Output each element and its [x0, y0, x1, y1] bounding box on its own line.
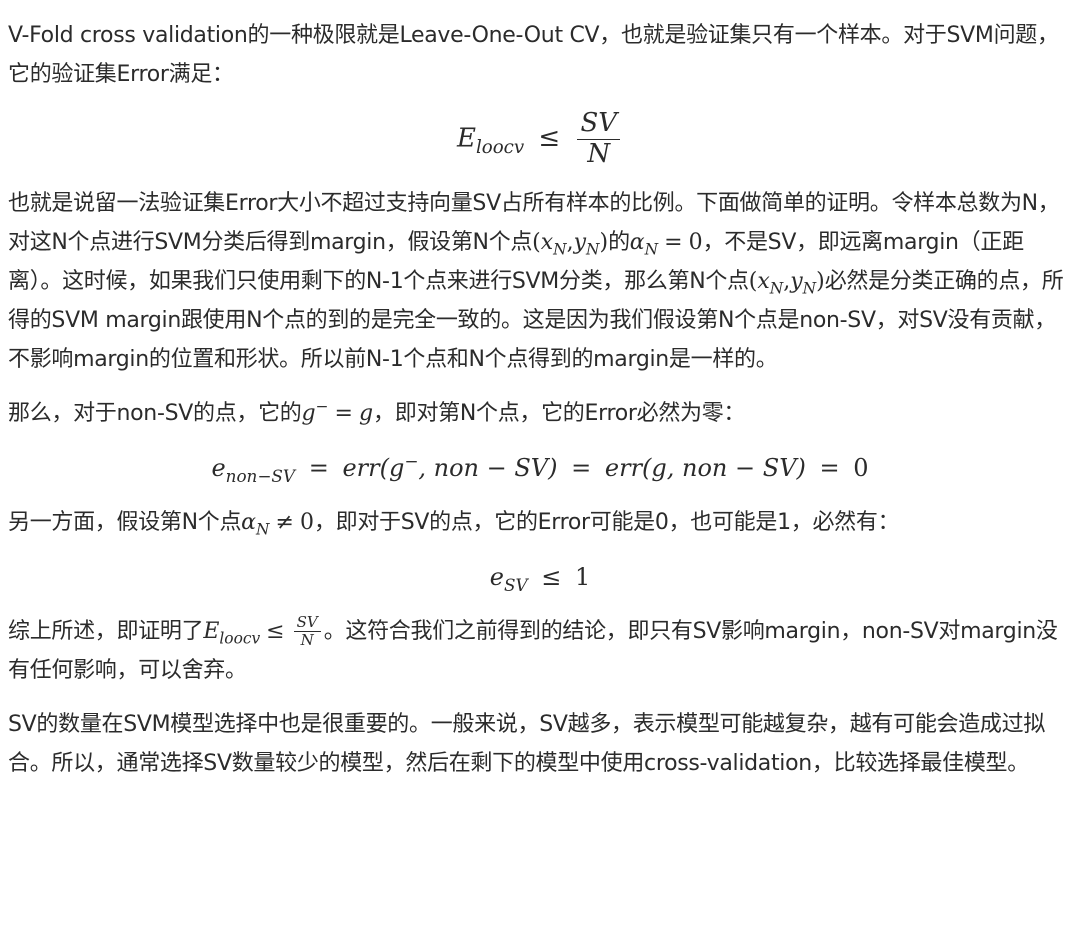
non-sv-text-a: 那么，对于non-SV的点，它的 [8, 400, 302, 426]
math-point-xn-yn: (xN,yN) [532, 229, 609, 259]
model-selection-text: SV的数量在SVM模型选择中也是很重要的。一般来说，SV越多，表示模型可能越复杂… [8, 711, 1046, 776]
paragraph-model-selection: SV的数量在SVM模型选择中也是很重要的。一般来说，SV越多，表示模型可能越复杂… [8, 705, 1070, 783]
sv-text-b: ，即对于SV的点，它的Error可能是0，也可能是1，必然有： [313, 509, 900, 535]
math-g-minus-eq-g: g− = g [301, 397, 374, 426]
formula-loocv-bound: Eloocv ≤ SV N [8, 108, 1070, 170]
paragraph-proof: 也就是说留一法验证集Error大小不超过支持向量SV占所有样本的比例。下面做简单… [8, 184, 1070, 379]
sv-text-a: 另一方面，假设第N个点 [8, 509, 242, 535]
math-loocv-bound-inline: Eloocv ≤ SV N [203, 613, 323, 649]
math-alpha-neq-zero: αN ≠ 0 [241, 509, 314, 539]
intro-text: V-Fold cross validation的一种极限就是Leave-One-… [8, 23, 1059, 87]
proof-text-b: 的 [608, 229, 630, 255]
article-content: V-Fold cross validation的一种极限就是Leave-One-… [0, 0, 1070, 783]
paragraph-non-sv: 那么，对于non-SV的点，它的g− = g，即对第N个点，它的Error必然为零： [8, 394, 1070, 433]
formula-leq: ≤ [538, 123, 561, 154]
non-sv-text-b: ，即对第N个点，它的Error必然为零： [373, 400, 746, 426]
formula-non-sv-error: enon−SV = err(g−, non − SV) = err(g, non… [211, 450, 869, 486]
fraction-numerator: SV [577, 108, 621, 140]
fraction-denominator: N [587, 138, 611, 169]
formula-fraction: SV N [577, 108, 621, 170]
math-point-xn-yn-2: (xN,yN) [748, 268, 825, 298]
formula-loocv-sub: loocv [475, 136, 525, 158]
formula-sv-error: eSV ≤ 1 [489, 562, 591, 595]
paragraph-intro: V-Fold cross validation的一种极限就是Leave-One-… [8, 16, 1070, 94]
conclusion-text-a: 综上所述，即证明了 [8, 618, 204, 644]
inline-fraction: SV N [293, 613, 321, 650]
math-alpha-eq-zero: αN = 0 [629, 229, 703, 259]
paragraph-conclusion: 综上所述，即证明了Eloocv ≤ SV N 。这符合我们之前得到的结论，即只有SV影响… [8, 612, 1070, 690]
paragraph-sv: 另一方面，假设第N个点αN ≠ 0，即对于SV的点，它的Error可能是0，也可能是… [8, 503, 1070, 542]
formula-E: E [456, 123, 476, 154]
